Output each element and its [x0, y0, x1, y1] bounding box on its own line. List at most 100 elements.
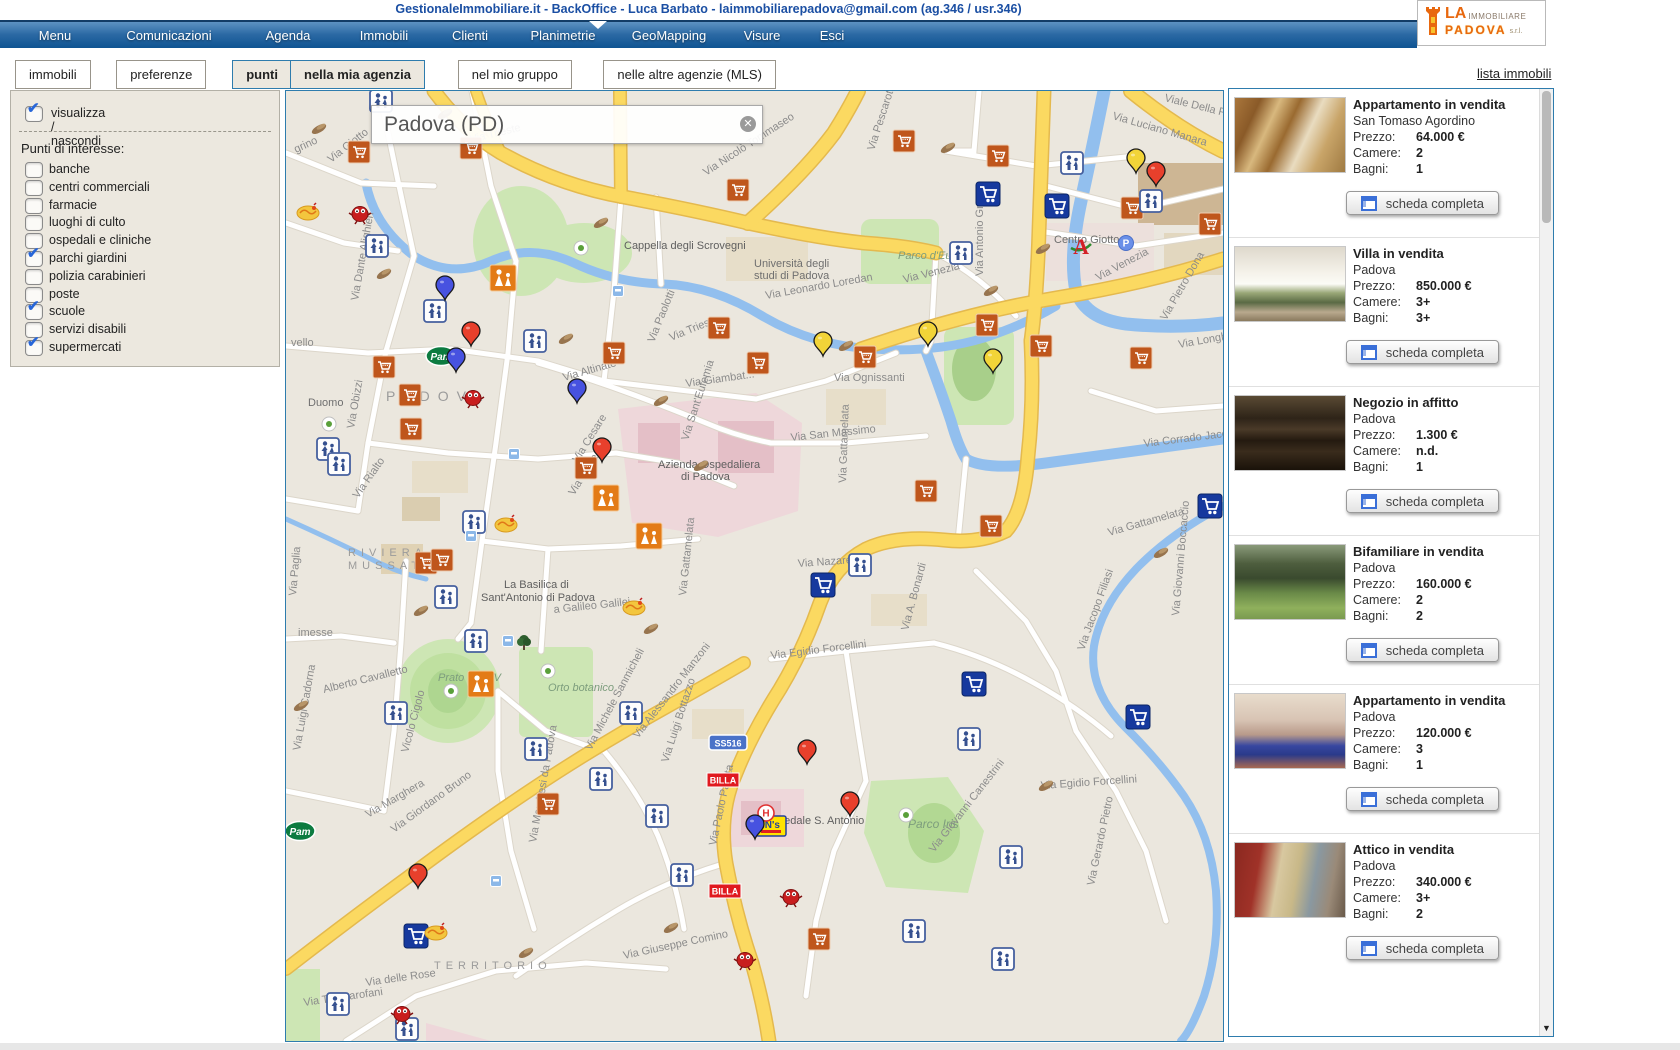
- nav-item-agenda[interactable]: Agenda: [238, 22, 338, 43]
- navycart-marker[interactable]: [1126, 705, 1150, 729]
- school-marker[interactable]: [463, 511, 485, 533]
- school-marker[interactable]: [524, 330, 546, 352]
- school-marker[interactable]: [1061, 152, 1083, 174]
- bus-marker[interactable]: [491, 876, 502, 887]
- tab-nella-mia-agenzia[interactable]: nella mia agenzia: [290, 60, 425, 89]
- parkdot-marker[interactable]: [541, 664, 555, 678]
- navycart-marker[interactable]: [404, 924, 428, 948]
- tab-nelle-altre-agenzie-mls[interactable]: nelle altre agenzie (MLS): [603, 60, 776, 89]
- lista-immobili-link[interactable]: lista immobili: [1477, 66, 1551, 81]
- super-marker[interactable]: [1030, 335, 1052, 357]
- listing-photo[interactable]: [1234, 246, 1346, 322]
- school-marker[interactable]: [903, 920, 925, 942]
- billa-marker[interactable]: [709, 884, 741, 898]
- scrollbar-thumb[interactable]: [1542, 91, 1551, 223]
- school-marker[interactable]: [590, 768, 612, 790]
- super-marker[interactable]: [348, 141, 370, 163]
- super-marker[interactable]: [431, 549, 453, 571]
- search-input[interactable]: [382, 110, 726, 139]
- tab-immobili[interactable]: immobili: [15, 60, 91, 89]
- map[interactable]: ✕ grinoVia GiottoVia TriesteVia TriesteV…: [285, 90, 1224, 1042]
- school-marker[interactable]: [620, 702, 642, 724]
- school-marker[interactable]: [366, 235, 388, 257]
- school-marker[interactable]: [327, 993, 349, 1015]
- checkbox-luoghi-di-culto[interactable]: ✔: [25, 215, 43, 231]
- listing-photo[interactable]: [1234, 693, 1346, 769]
- super-marker[interactable]: [603, 342, 625, 364]
- parking-marker[interactable]: [1119, 236, 1134, 251]
- school-marker[interactable]: [849, 554, 871, 576]
- people-marker[interactable]: [636, 523, 662, 549]
- school-marker[interactable]: [1000, 846, 1022, 868]
- people-marker[interactable]: [490, 265, 516, 291]
- checkbox-farmacie[interactable]: ✔: [25, 198, 43, 214]
- super-marker[interactable]: [808, 928, 830, 950]
- nav-item-visure[interactable]: Visure: [722, 22, 802, 43]
- parkdot-marker[interactable]: [899, 808, 913, 822]
- school-marker[interactable]: [525, 738, 547, 760]
- scheda-completa-button[interactable]: scheda completa: [1346, 191, 1499, 215]
- school-marker[interactable]: [424, 300, 446, 322]
- billa-marker[interactable]: [707, 773, 739, 787]
- super-marker[interactable]: [915, 480, 937, 502]
- amark-marker[interactable]: [1071, 234, 1091, 259]
- checkbox-parchi-giardini[interactable]: ✔: [25, 251, 43, 267]
- school-marker[interactable]: [950, 242, 972, 264]
- scheda-completa-button[interactable]: scheda completa: [1346, 489, 1499, 513]
- parkdot-marker[interactable]: [444, 684, 458, 698]
- school-marker[interactable]: [435, 586, 457, 608]
- navycart-marker[interactable]: [962, 672, 986, 696]
- tab-punti[interactable]: punti: [232, 60, 292, 89]
- navycart-marker[interactable]: [1045, 194, 1069, 218]
- school-marker[interactable]: [385, 702, 407, 724]
- tab-nel-mio-gruppo[interactable]: nel mio gruppo: [458, 60, 572, 89]
- super-marker[interactable]: [373, 356, 395, 378]
- scroll-down-icon[interactable]: ▼: [1542, 1023, 1551, 1033]
- school-marker[interactable]: [328, 453, 350, 475]
- checkbox-centri-commerciali[interactable]: ✔: [25, 180, 43, 196]
- super-marker[interactable]: [980, 515, 1002, 537]
- scheda-completa-button[interactable]: scheda completa: [1346, 638, 1499, 662]
- school-marker[interactable]: [1140, 190, 1162, 212]
- tab-preferenze[interactable]: preferenze: [116, 60, 206, 89]
- parkdot-marker[interactable]: [322, 417, 336, 431]
- navycart-marker[interactable]: [1198, 494, 1222, 518]
- super-marker[interactable]: [399, 384, 421, 406]
- nav-item-geomapping[interactable]: GeoMapping: [616, 22, 722, 43]
- nav-item-immobili[interactable]: Immobili: [338, 22, 430, 43]
- super-marker[interactable]: [708, 317, 730, 339]
- navycart-marker[interactable]: [976, 182, 1000, 206]
- navycart-marker[interactable]: [811, 573, 835, 597]
- bus-marker[interactable]: [509, 449, 520, 460]
- super-marker[interactable]: [976, 314, 998, 336]
- visualizza-checkbox[interactable]: ✔: [25, 106, 43, 122]
- listing-photo[interactable]: [1234, 395, 1346, 471]
- listing-photo[interactable]: [1234, 842, 1346, 918]
- scheda-completa-button[interactable]: scheda completa: [1346, 340, 1499, 364]
- parkdot-marker[interactable]: [574, 241, 588, 255]
- checkbox-polizia-carabinieri[interactable]: ✔: [25, 269, 43, 285]
- school-marker[interactable]: [465, 630, 487, 652]
- pam-marker[interactable]: [286, 822, 315, 841]
- super-marker[interactable]: [1199, 213, 1221, 235]
- people-marker[interactable]: [593, 485, 619, 511]
- super-marker[interactable]: [1130, 347, 1152, 369]
- scheda-completa-button[interactable]: scheda completa: [1346, 936, 1499, 960]
- super-marker[interactable]: [747, 352, 769, 374]
- scrollbar[interactable]: ▼: [1539, 89, 1553, 1036]
- checkbox-banche[interactable]: ✔: [25, 162, 43, 178]
- super-marker[interactable]: [727, 179, 749, 201]
- super-marker[interactable]: [893, 130, 915, 152]
- school-marker[interactable]: [992, 948, 1014, 970]
- nav-item-esci[interactable]: Esci: [802, 22, 862, 43]
- school-marker[interactable]: [646, 805, 668, 827]
- nav-item-menu[interactable]: Menu: [10, 22, 100, 43]
- checkbox-scuole[interactable]: ✔: [25, 304, 43, 320]
- map-canvas[interactable]: grinoVia GiottoVia TriesteVia TriesteVia…: [286, 91, 1223, 1041]
- bus-marker[interactable]: [613, 286, 624, 297]
- clear-search-icon[interactable]: ✕: [740, 116, 756, 132]
- super-marker[interactable]: [854, 346, 876, 368]
- bus-marker[interactable]: [466, 531, 477, 542]
- super-marker[interactable]: [987, 145, 1009, 167]
- nav-item-clienti[interactable]: Clienti: [430, 22, 510, 43]
